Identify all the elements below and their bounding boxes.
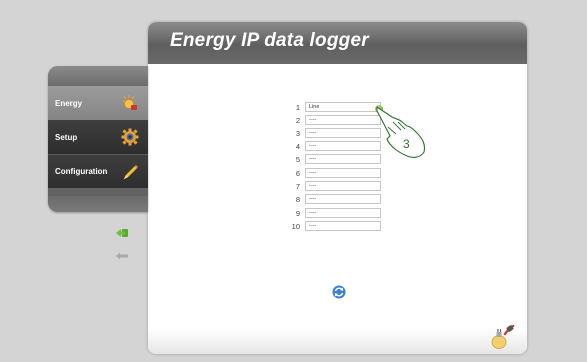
sidebar-bottom <box>48 196 148 212</box>
line-number: 9 <box>295 208 300 218</box>
list-item: 8 ---- <box>288 194 381 204</box>
line-name-field[interactable]: Line <box>305 102 381 112</box>
forward-arrow-icon[interactable] <box>115 225 129 237</box>
sidebar-item-label: Energy <box>55 98 83 108</box>
line-name-field[interactable]: ---- <box>305 154 381 164</box>
pointing-hand-icon: 3 <box>374 104 434 164</box>
list-item: 4 ---- <box>288 141 381 151</box>
line-name-field[interactable]: ---- <box>305 194 381 204</box>
refresh-icon[interactable] <box>331 284 347 300</box>
line-name-field[interactable]: ---- <box>305 168 381 178</box>
line-number: 6 <box>295 168 300 178</box>
sidebar-item-label: Configuration <box>55 167 108 176</box>
sidebar-menu: Energy Setup Configuration <box>48 66 148 212</box>
line-number: 4 <box>295 141 300 151</box>
sidebar-top <box>48 66 148 86</box>
line-name-field[interactable]: ---- <box>305 208 381 218</box>
line-name-field[interactable]: ---- <box>305 221 381 231</box>
line-number: 7 <box>295 181 300 191</box>
list-item: 10 ---- <box>288 221 381 231</box>
line-name-field[interactable]: ---- <box>305 141 381 151</box>
line-number: 2 <box>295 115 300 125</box>
back-arrow-icon[interactable] <box>115 248 129 260</box>
page-title: Energy IP data logger <box>170 30 369 51</box>
line-number: 3 <box>295 128 300 138</box>
panel-footer <box>148 328 527 354</box>
list-item: 9 ---- <box>288 208 381 218</box>
line-number: 5 <box>295 154 300 164</box>
list-item: 2 ---- <box>288 115 381 125</box>
sidebar-item-configuration[interactable]: Configuration <box>48 154 148 188</box>
line-name-field[interactable]: ---- <box>305 181 381 191</box>
exit-plug-icon[interactable] <box>490 322 516 350</box>
list-item: 5 ---- <box>288 154 381 164</box>
line-number: 10 <box>291 221 300 231</box>
step-number: 3 <box>403 137 410 151</box>
list-item: 1 Line <box>288 102 381 112</box>
sidebar-item-energy[interactable]: Energy <box>48 86 148 120</box>
line-number: 8 <box>295 194 300 204</box>
line-number: 1 <box>295 102 300 112</box>
sidebar-item-setup[interactable]: Setup <box>48 120 148 154</box>
list-item: 3 ---- <box>288 128 381 138</box>
line-name-field[interactable]: ---- <box>305 128 381 138</box>
list-item: 6 ---- <box>288 168 381 178</box>
energy-bulb-icon <box>120 93 140 113</box>
pencil-icon <box>120 162 140 182</box>
panel-header: Energy IP data logger <box>148 22 527 64</box>
gear-icon <box>120 127 140 147</box>
sidebar-item-label: Setup <box>55 132 78 142</box>
line-name-field[interactable]: ---- <box>305 115 381 125</box>
list-item: 7 ---- <box>288 181 381 191</box>
